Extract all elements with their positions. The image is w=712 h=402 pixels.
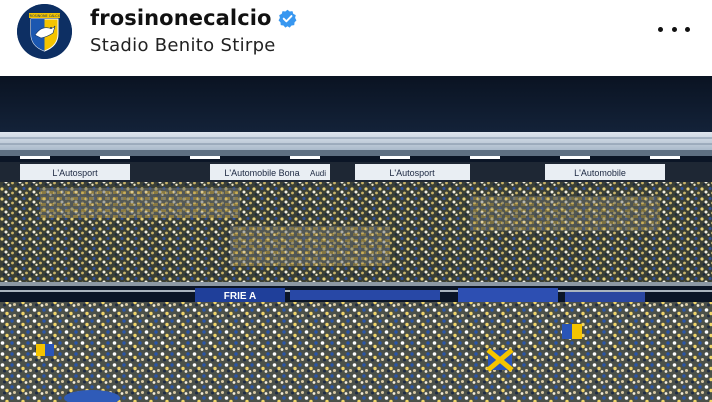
account-block: frosinonecalcio Stadio Benito Stirpe xyxy=(90,6,297,56)
post-image[interactable]: L'Autosport L'Automobile Bona Audi L'Aut… xyxy=(0,76,712,402)
location-link[interactable]: Stadio Benito Stirpe xyxy=(90,35,297,56)
crest-lettering: FROSINONE CALCIO xyxy=(28,14,62,18)
stadium-photo: L'Autosport L'Automobile Bona Audi L'Aut… xyxy=(0,76,712,402)
club-crest-icon: FROSINONE CALCIO xyxy=(17,4,72,59)
sponsor-board-3: Audi xyxy=(310,169,326,178)
club-crest-avatar[interactable]: FROSINONE CALCIO xyxy=(17,4,72,59)
more-dot xyxy=(685,26,690,32)
post-header: FROSINONE CALCIO frosinonecalcio Stadio … xyxy=(0,0,712,76)
username-row: frosinonecalcio xyxy=(90,6,297,30)
more-dot xyxy=(671,26,677,32)
more-dot xyxy=(658,26,663,32)
stadium-roof xyxy=(0,132,712,159)
username-link[interactable]: frosinonecalcio xyxy=(90,6,272,30)
banner-text: FRIE A xyxy=(224,291,256,302)
sponsor-board-1: L'Autosport xyxy=(52,168,98,178)
sponsor-board-5: L'Automobile xyxy=(574,168,626,178)
verified-badge-icon xyxy=(278,9,297,28)
lower-crowd xyxy=(0,302,712,402)
upper-stand-crowd xyxy=(0,182,712,282)
sponsor-board-4: L'Autosport xyxy=(389,168,435,178)
night-sky xyxy=(0,76,712,136)
more-options-icon[interactable] xyxy=(658,18,690,40)
sponsor-board-2: L'Automobile Bona xyxy=(224,168,299,178)
sponsor-boards: L'Autosport L'Automobile Bona Audi L'Aut… xyxy=(0,162,712,182)
